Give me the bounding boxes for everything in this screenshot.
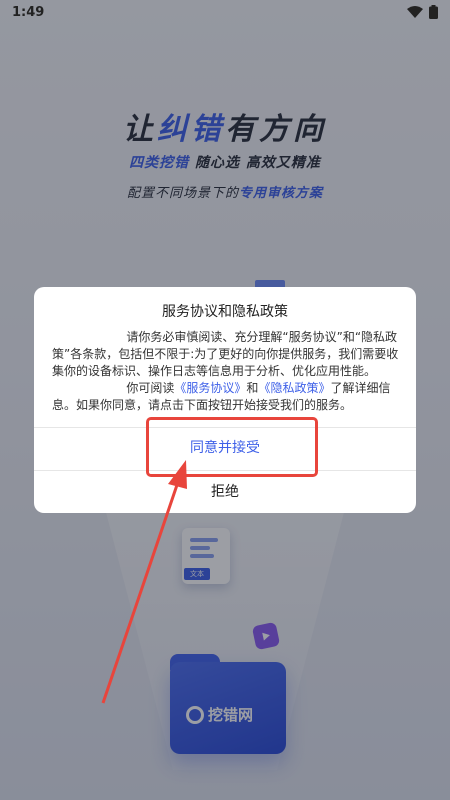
dialog-title: 服务协议和隐私政策 — [162, 304, 288, 320]
battery-icon — [429, 5, 438, 19]
dialog-body: 请你务必审慎阅读、充分理解“服务协议”和“隐私政策”各条款，包括但不限于:为了更… — [52, 329, 400, 414]
dialog-paragraph-2: 你可阅读《服务协议》和《隐私政策》了解详细信息。如果你同意，请点击下面按钮开始接… — [52, 380, 400, 414]
privacy-dialog: 服务协议和隐私政策 请你务必审慎阅读、充分理解“服务协议”和“隐私政策”各条款，… — [34, 287, 416, 513]
para2-and: 和 — [246, 381, 259, 395]
para2-pre: 你可阅读 — [126, 381, 175, 395]
dialog-paragraph-1: 请你务必审慎阅读、充分理解“服务协议”和“隐私政策”各条款，包括但不限于:为了更… — [52, 330, 399, 378]
status-bar: 1:49 — [0, 0, 450, 24]
status-icons — [407, 5, 438, 19]
wifi-icon — [407, 6, 423, 18]
reject-button[interactable]: 拒绝 — [34, 471, 416, 513]
privacy-policy-link[interactable]: 《隐私政策》 — [258, 381, 330, 395]
status-time: 1:49 — [12, 4, 45, 20]
annotation-highlight-box — [146, 417, 318, 477]
service-agreement-link[interactable]: 《服务协议》 — [174, 381, 246, 395]
